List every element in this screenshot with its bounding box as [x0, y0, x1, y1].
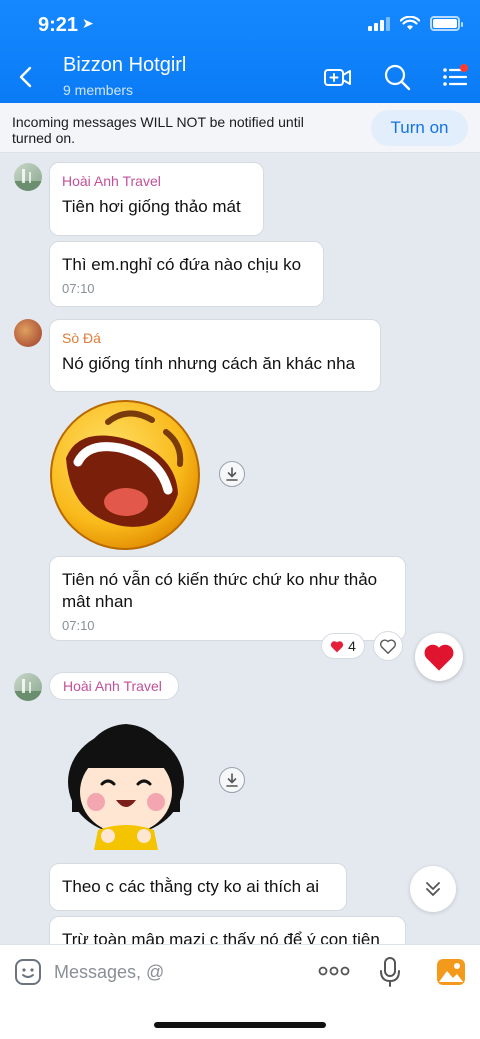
message-bubble[interactable]: Theo c các thằng cty ko ai thích ai [49, 863, 347, 911]
message-text: Nó giống tính nhưng cách ăn khác nha [62, 354, 356, 373]
avatar[interactable] [14, 163, 42, 191]
react-button[interactable] [373, 631, 403, 661]
sender-name[interactable]: Sò Đá [62, 330, 368, 346]
member-count[interactable]: 9 members [63, 82, 133, 98]
heart-icon [424, 644, 454, 671]
double-chevron-down-icon [426, 882, 440, 896]
back-icon[interactable] [14, 64, 40, 90]
message-bubble[interactable]: Thì em.nghỉ có đứa nào chịu ko 07:10 [49, 241, 324, 307]
message-time: 07:10 [62, 618, 95, 633]
heart-outline-icon [380, 638, 396, 654]
avatar[interactable] [14, 673, 42, 701]
message-text: Thì em.nghỉ có đứa nào chịu ko [62, 255, 302, 274]
menu-icon[interactable] [440, 62, 470, 92]
girl-sticker[interactable] [62, 710, 192, 850]
message-bubble[interactable]: Sò Đá Nó giống tính nhưng cách ăn khác n… [49, 319, 381, 392]
status-time: 9:21 [38, 14, 79, 36]
video-call-icon[interactable] [323, 62, 353, 92]
search-icon[interactable] [382, 62, 412, 92]
sender-name[interactable]: Hoài Anh Travel [62, 173, 251, 189]
chat-header: 9:21 ➤ Bizzon Hotgirl 9 members [0, 0, 480, 103]
scroll-to-bottom-button[interactable] [410, 866, 456, 912]
heart-icon [330, 640, 344, 652]
notification-dot [460, 64, 468, 72]
avatar[interactable] [14, 319, 42, 347]
wifi-icon [400, 16, 420, 30]
laughing-sticker[interactable] [48, 398, 202, 552]
home-indicator [154, 1022, 326, 1028]
message-text: Tiên hơi giống thảo mát [62, 197, 241, 216]
battery-icon [430, 16, 463, 31]
sender-label[interactable]: Hoài Anh Travel [49, 672, 179, 700]
chat-title[interactable]: Bizzon Hotgirl [63, 54, 186, 77]
more-icon[interactable] [318, 964, 350, 978]
message-text: Theo c các thằng cty ko ai thích ai [62, 877, 320, 896]
sender-name[interactable]: Hoài Anh Travel [63, 678, 165, 694]
image-gallery-icon[interactable] [436, 957, 466, 987]
status-indicators [368, 16, 463, 31]
reaction-summary[interactable]: 4 [321, 633, 365, 659]
turn-on-button[interactable]: Turn on [371, 110, 468, 146]
reaction-count: 4 [348, 638, 356, 654]
message-time: 07:10 [62, 281, 95, 296]
download-icon[interactable] [219, 767, 245, 793]
message-text: Tiên nó vẫn có kiến thức chứ ko như thảo… [62, 570, 378, 611]
message-input[interactable] [54, 959, 294, 985]
emoji-icon[interactable] [14, 958, 42, 986]
message-bubble[interactable]: Tiên nó vẫn có kiến thức chứ ko như thảo… [49, 556, 406, 641]
notification-text: Incoming messages WILL NOT be notified u… [12, 114, 304, 146]
quick-heart-button[interactable] [415, 633, 463, 681]
download-icon[interactable] [219, 461, 245, 487]
signal-icon [368, 16, 390, 31]
microphone-icon[interactable] [378, 956, 402, 988]
message-bubble[interactable]: Hoài Anh Travel Tiên hơi giống thảo mát [49, 162, 264, 236]
location-icon: ➤ [82, 15, 94, 31]
